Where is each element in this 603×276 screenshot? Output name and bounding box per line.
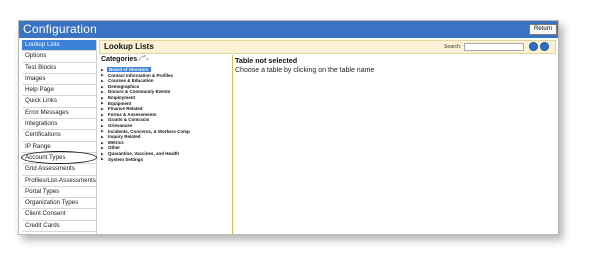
category-item[interactable]: ▶ System Settings [101,157,229,163]
sidebar-item-images[interactable]: Images [22,74,96,86]
sidebar-item-client-consent[interactable]: Client Consent [22,209,96,221]
chevron-right-icon: ▶ [101,84,104,89]
categories-panel: Categories ⤢⤡ ▶ Board of Directors ▶ Conta… [99,55,232,234]
sidebar-item-certifications[interactable]: Certifications [22,130,96,142]
sidebar-item-credit-cards[interactable]: Credit Cards [22,221,96,233]
highlight-ellipse-annotation [21,151,97,164]
sidebar-item-profiles-list-assessments[interactable]: Profiles/List-Assessments [22,176,96,187]
chevron-right-icon: ▶ [101,146,104,151]
chevron-right-icon: ▶ [101,67,104,72]
category-label: Forms & Assessments [108,111,157,117]
content-header: Lookup Lists Search: [99,40,556,54]
category-label: Metrics [108,139,124,145]
detail-panel: Table not selected Choose a table by cli… [235,56,553,226]
sidebar-item-error-messages[interactable]: Error Messages [22,108,96,120]
search-input[interactable] [464,43,524,51]
category-label: Board of Directors [107,67,151,73]
search-label: Search: [444,44,462,50]
expand-collapse-icon[interactable]: ⤢⤡ [139,56,149,63]
category-label: Grievances [108,122,133,128]
chevron-right-icon: ▶ [101,90,104,95]
sidebar-item-organization-types[interactable]: Organization Types [22,198,96,210]
sidebar: Lookup Lists Options Test Blocks Images … [22,40,97,234]
category-label: System Settings [108,156,144,162]
chevron-right-icon: ▶ [101,95,104,100]
sidebar-item-lookup-lists[interactable]: Lookup Lists [22,40,96,52]
title-bar: Configuration Return [19,21,558,38]
categories-title: Categories [101,56,138,63]
sidebar-item-test-blocks[interactable]: Test Blocks [22,63,96,74]
category-label: Contact Information & Profiles [108,72,174,78]
chevron-right-icon: ▶ [101,140,104,145]
chevron-right-icon: ▶ [101,73,104,78]
chevron-right-icon: ▶ [101,112,104,117]
sidebar-item-portal-types[interactable]: Portal Types [22,187,96,199]
sidebar-item-integrations[interactable]: Integrations [22,119,96,131]
category-label: Incidents, Concerns, & Workers Comp [108,128,190,134]
category-label: Demographics [108,83,140,89]
chevron-right-icon: ▶ [101,151,104,156]
chevron-right-icon: ▶ [101,118,104,123]
chevron-right-icon: ▶ [101,106,104,111]
return-button[interactable]: Return [528,24,557,35]
chevron-right-icon: ▶ [101,157,104,162]
sidebar-item-help-page[interactable]: Help Page [22,85,96,97]
category-label: Employment [108,94,136,100]
category-list: ▶ Board of Directors ▶ Contact Information… [101,67,229,162]
category-label: Other [108,145,121,151]
chevron-right-icon: ▶ [101,134,104,139]
chevron-right-icon: ▶ [101,129,104,134]
app-title: Configuration [23,22,97,36]
category-label: Courses & Education [108,78,154,84]
category-label: Finance Related [108,106,143,112]
search-go-icon[interactable] [529,42,538,51]
sidebar-item-grid-assessments[interactable]: Grid Assessments [22,164,96,176]
category-label: Quarantine, Vaccines, and Health [108,150,180,156]
detail-message: Choose a table by clicking on the table … [235,67,375,74]
page-title: Lookup Lists [104,42,154,51]
category-label: Donors & Community Events [108,89,171,95]
configuration-window: Configuration Return Lookup Lists Option… [18,20,559,235]
sidebar-item-quick-links[interactable]: Quick Links [22,96,96,108]
category-label: Inquiry Related [108,134,141,140]
detail-title: Table not selected [235,56,298,65]
sidebar-item-options[interactable]: Options [22,51,96,63]
panel-divider [232,55,233,234]
category-label: Equipment [108,100,132,106]
chevron-right-icon: ▶ [101,78,104,83]
chevron-right-icon: ▶ [101,123,104,128]
search-clear-icon[interactable] [540,42,549,51]
category-label: Grants & Contracts [108,117,150,123]
chevron-right-icon: ▶ [101,101,104,106]
